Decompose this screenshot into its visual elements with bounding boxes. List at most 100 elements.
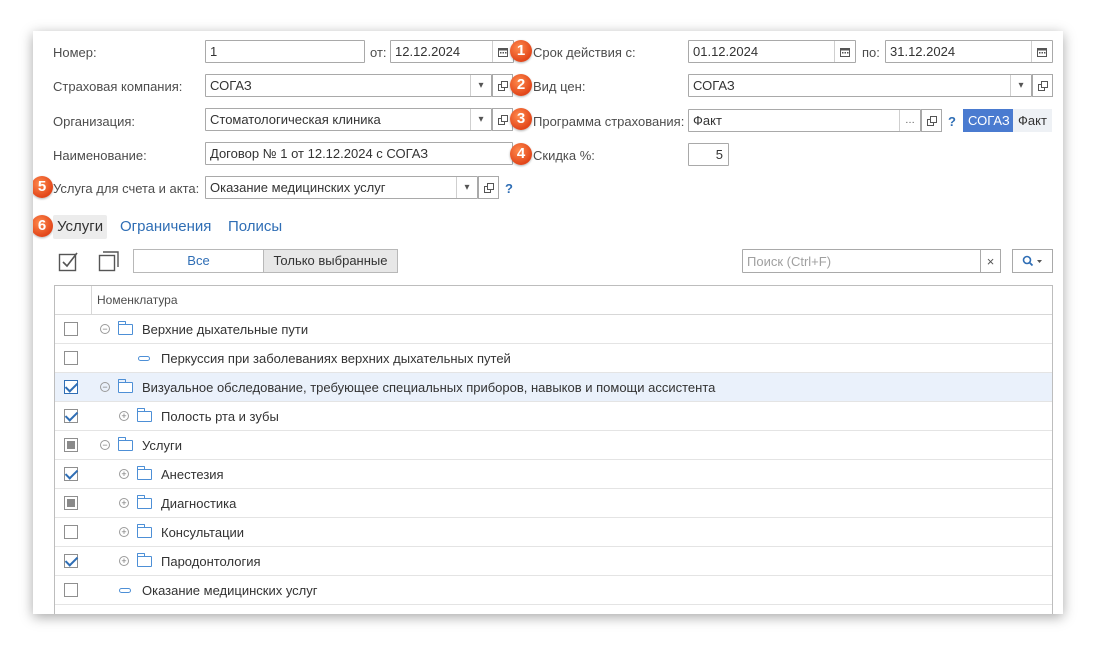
chevron-down-icon[interactable]: ▾ bbox=[1010, 75, 1031, 96]
date-field[interactable]: 12.12.2024 bbox=[390, 40, 514, 63]
folder-icon bbox=[118, 321, 133, 335]
table-header: Номенклатура bbox=[55, 286, 1052, 315]
collapse-icon[interactable]: − bbox=[100, 440, 110, 450]
table-row[interactable]: − Верхние дыхательные пути bbox=[55, 315, 1052, 344]
collapse-icon[interactable]: − bbox=[100, 324, 110, 334]
table-row[interactable]: Перкуссия при заболеваниях верхних дыхат… bbox=[55, 344, 1052, 373]
row-checkbox[interactable] bbox=[64, 554, 78, 568]
table-row[interactable]: − Услуги bbox=[55, 431, 1052, 460]
search-button[interactable] bbox=[1012, 249, 1053, 273]
validity-label: Срок действия с: bbox=[533, 45, 636, 60]
program-chip[interactable]: Факт bbox=[1013, 109, 1052, 132]
item-icon bbox=[138, 356, 150, 361]
table-row[interactable]: + Анестезия bbox=[55, 460, 1052, 489]
chevron-down-icon[interactable]: ▾ bbox=[470, 75, 491, 96]
badge-2: 2 bbox=[510, 74, 532, 96]
row-label: Полость рта и зубы bbox=[161, 409, 279, 424]
org-value: Стоматологическая клиника bbox=[210, 112, 381, 127]
row-checkbox[interactable] bbox=[64, 380, 78, 394]
open-icon[interactable] bbox=[1032, 74, 1053, 97]
row-checkbox[interactable] bbox=[64, 525, 78, 539]
price-type-label: Вид цен: bbox=[533, 79, 586, 94]
calendar-icon[interactable] bbox=[1031, 41, 1052, 62]
search-input[interactable]: Поиск (Ctrl+F) bbox=[742, 249, 981, 273]
insurer-label: Страховая компания: bbox=[53, 79, 183, 94]
chevron-down-icon[interactable]: ▾ bbox=[456, 177, 477, 198]
name-field[interactable]: Договор № 1 от 12.12.2024 с СОГАЗ bbox=[205, 142, 513, 165]
insurer-value: СОГАЗ bbox=[210, 78, 252, 93]
table-row[interactable]: + Пародонтология bbox=[55, 547, 1052, 576]
expand-icon[interactable]: + bbox=[119, 411, 129, 421]
folder-icon bbox=[137, 466, 152, 480]
ellipsis-icon[interactable]: … bbox=[899, 110, 920, 131]
to-label: по: bbox=[862, 45, 880, 60]
service-value: Оказание медицинских услуг bbox=[210, 180, 386, 195]
price-type-field[interactable]: СОГАЗ ▾ bbox=[688, 74, 1032, 97]
validity-from-field[interactable]: 01.12.2024 bbox=[688, 40, 856, 63]
table-row[interactable]: − Визуальное обследование, требующее спе… bbox=[55, 373, 1052, 402]
folder-icon bbox=[118, 437, 133, 451]
table-row[interactable]: + Консультации bbox=[55, 518, 1052, 547]
row-checkbox[interactable] bbox=[64, 409, 78, 423]
filter-all-button[interactable]: Все bbox=[133, 249, 264, 273]
folder-icon bbox=[118, 379, 133, 393]
org-label: Организация: bbox=[53, 114, 136, 129]
badge-3: 3 bbox=[510, 108, 532, 130]
uncheck-all-icon[interactable] bbox=[97, 249, 121, 273]
filter-selected-button[interactable]: Только выбранные bbox=[263, 249, 398, 273]
check-all-icon[interactable] bbox=[57, 249, 81, 273]
discount-field[interactable]: 5 bbox=[688, 143, 729, 166]
validity-to-value: 31.12.2024 bbox=[890, 44, 956, 59]
table-row[interactable]: + Полость рта и зубы bbox=[55, 402, 1052, 431]
program-value: Факт bbox=[693, 113, 722, 128]
row-checkbox[interactable] bbox=[64, 351, 78, 365]
badge-4: 4 bbox=[510, 143, 532, 165]
discount-value: 5 bbox=[715, 147, 723, 162]
services-table: Номенклатура − Верхние дыхательные пути … bbox=[54, 285, 1053, 614]
number-field[interactable]: 1 bbox=[205, 40, 365, 63]
tab-limits[interactable]: Ограничения bbox=[120, 215, 211, 239]
contract-form-window: Номер: 1 от: 12.12.2024 1 Срок действия … bbox=[33, 31, 1063, 614]
table-row[interactable]: Оказание медицинских услуг bbox=[55, 576, 1052, 605]
badge-1: 1 bbox=[510, 40, 532, 62]
tab-policies[interactable]: Полисы bbox=[228, 215, 282, 239]
row-checkbox[interactable] bbox=[64, 496, 78, 510]
validity-from-value: 01.12.2024 bbox=[693, 44, 759, 59]
row-checkbox[interactable] bbox=[64, 322, 78, 336]
number-label: Номер: bbox=[53, 45, 97, 60]
service-field[interactable]: Оказание медицинских услуг ▾ bbox=[205, 176, 478, 199]
column-header-nomenclature[interactable]: Номенклатура bbox=[97, 293, 178, 307]
open-icon[interactable] bbox=[478, 176, 499, 199]
name-value: Договор № 1 от 12.12.2024 с СОГАЗ bbox=[210, 146, 429, 161]
collapse-icon[interactable]: − bbox=[100, 382, 110, 392]
tab-services[interactable]: Услуги bbox=[53, 215, 108, 239]
search-placeholder: Поиск (Ctrl+F) bbox=[747, 253, 832, 269]
chevron-down-icon[interactable]: ▾ bbox=[470, 109, 491, 130]
open-icon[interactable] bbox=[921, 109, 942, 132]
insurer-field[interactable]: СОГАЗ ▾ bbox=[205, 74, 492, 97]
row-checkbox[interactable] bbox=[64, 583, 78, 597]
clear-search-button[interactable]: × bbox=[980, 249, 1001, 273]
help-icon[interactable]: ? bbox=[505, 181, 513, 196]
price-type-value: СОГАЗ bbox=[693, 78, 735, 93]
name-label: Наименование: bbox=[53, 148, 147, 163]
table-row[interactable]: + Диагностика bbox=[55, 489, 1052, 518]
row-label: Оказание медицинских услуг bbox=[142, 583, 318, 598]
org-field[interactable]: Стоматологическая клиника ▾ bbox=[205, 108, 492, 131]
program-chip-active[interactable]: СОГАЗ bbox=[963, 109, 1015, 132]
validity-to-field[interactable]: 31.12.2024 bbox=[885, 40, 1053, 63]
help-icon[interactable]: ? bbox=[948, 114, 956, 129]
from-label: от: bbox=[370, 45, 387, 60]
item-icon bbox=[119, 588, 131, 593]
row-checkbox[interactable] bbox=[64, 438, 78, 452]
expand-icon[interactable]: + bbox=[119, 556, 129, 566]
expand-icon[interactable]: + bbox=[119, 469, 129, 479]
date-value: 12.12.2024 bbox=[395, 44, 461, 59]
badge-6: 6 bbox=[33, 215, 53, 237]
expand-icon[interactable]: + bbox=[119, 498, 129, 508]
program-field[interactable]: Факт … bbox=[688, 109, 921, 132]
program-label: Программа страхования: bbox=[533, 114, 685, 129]
row-checkbox[interactable] bbox=[64, 467, 78, 481]
expand-icon[interactable]: + bbox=[119, 527, 129, 537]
calendar-icon[interactable] bbox=[834, 41, 855, 62]
